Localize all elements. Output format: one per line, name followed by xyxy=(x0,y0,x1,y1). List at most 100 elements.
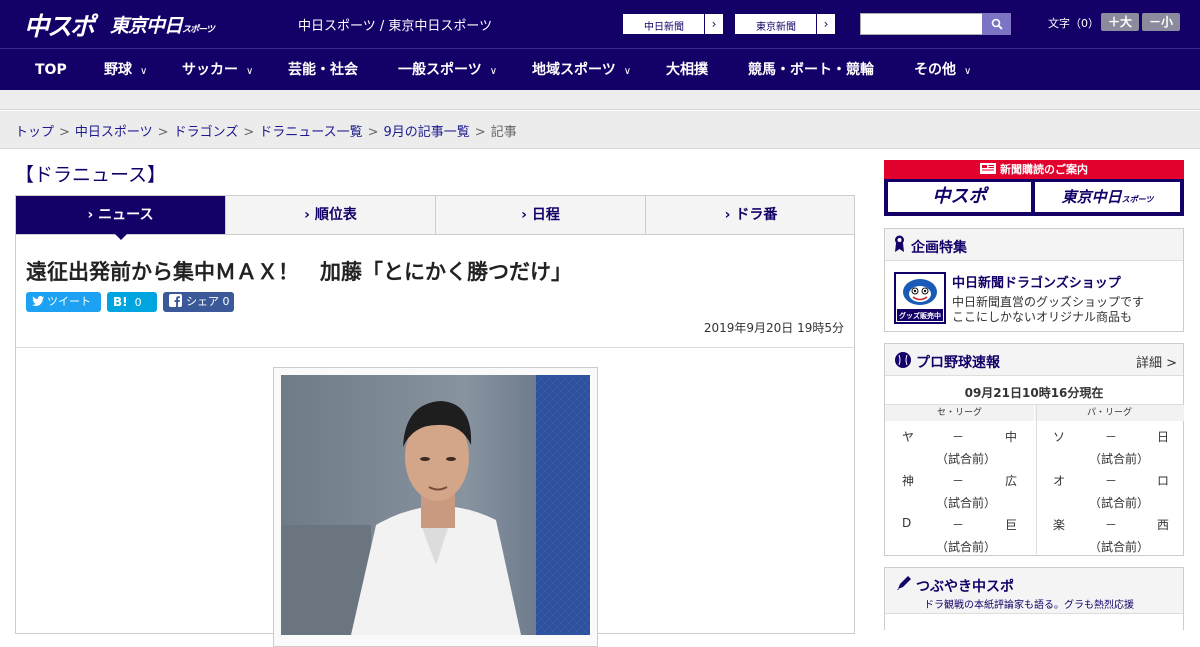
league-divider xyxy=(1036,404,1037,554)
tokyo-chunichi-logo-text: 東京中日 xyxy=(110,15,183,37)
breadcrumb-separator: > xyxy=(157,125,169,140)
game-status[interactable]: （試合前） xyxy=(936,494,996,511)
subscription-tokyo-logo-text: 東京中日 xyxy=(1061,188,1122,206)
nav-item-soccer[interactable]: サッカー ∨ xyxy=(182,49,253,91)
tab-news[interactable]: › ニュース xyxy=(16,196,226,234)
nav-item-label: その他 xyxy=(914,62,956,78)
game-score: － xyxy=(1105,474,1118,488)
chevron-right-icon: › xyxy=(816,14,835,34)
breadcrumb: トップ > 中日スポーツ > ドラゴンズ > ドラニュース一覧 >9月の記事一覧 > 記事 xyxy=(15,121,517,140)
game-status[interactable]: （試合前） xyxy=(1089,450,1149,467)
hatena-count: 0 xyxy=(134,296,142,309)
game-away-team: 中 xyxy=(1005,430,1018,444)
subscription-banner[interactable]: 新聞購読のご案内 中スポ 東京中日スポーツ xyxy=(884,160,1184,216)
pro-baseball-scores-box: プロ野球速報 詳細 > 09月21日10時16分現在 セ・リーグ パ・リーグ ヤ… xyxy=(884,343,1184,556)
player-photo-illustration xyxy=(281,375,590,635)
search-button[interactable] xyxy=(982,13,1011,35)
breadcrumb-link-dragons[interactable]: ドラゴンズ xyxy=(174,125,239,140)
subscription-tokyo-logo-small: スポーツ xyxy=(1121,195,1154,204)
game-home-team: 神 xyxy=(902,474,915,488)
chevron-down-icon: ∨ xyxy=(489,66,498,77)
game-away-team: 広 xyxy=(1005,474,1018,488)
subscription-banner-title: 新聞購読のご案内 xyxy=(1000,163,1088,176)
font-smaller-button[interactable]: －小 xyxy=(1142,13,1180,31)
nav-item-entertainment[interactable]: 芸能・社会 xyxy=(288,49,358,91)
chuspo-logo[interactable]: 中スポ xyxy=(24,7,95,43)
game-score: － xyxy=(952,474,965,488)
hatena-bookmark-button[interactable]: B! 0 xyxy=(107,292,157,312)
newspaper-icon xyxy=(980,163,996,174)
game-away-team: 西 xyxy=(1157,518,1170,532)
game-status[interactable]: （試合前） xyxy=(1089,538,1149,555)
breadcrumb-current: 記事 xyxy=(490,125,517,140)
scores-title: プロ野球速報 xyxy=(916,355,1000,371)
chevron-right-icon: › xyxy=(704,14,723,34)
nav-item-sumo[interactable]: 大相撲 xyxy=(666,49,708,91)
nav-item-keiba[interactable]: 競馬・ボート・競輪 xyxy=(748,49,874,91)
nav-item-regional-sports[interactable]: 地域スポーツ ∨ xyxy=(532,49,631,91)
tweets-title: つぶやき中スポ xyxy=(916,579,1014,595)
breadcrumb-link-chunichi-sports[interactable]: 中日スポーツ xyxy=(75,125,153,140)
tweets-box: つぶやき中スポ ドラ観戦の本紙評論家も語る。グラも熱烈応援 xyxy=(884,567,1184,630)
tab-label: ドラ番 xyxy=(735,207,778,223)
game-status[interactable]: （試合前） xyxy=(936,450,996,467)
nav-item-baseball[interactable]: 野球 ∨ xyxy=(104,49,147,91)
nav-item-other[interactable]: その他 ∨ xyxy=(914,49,971,91)
breadcrumb-link-dora-news-list[interactable]: ドラニュース一覧 xyxy=(259,125,362,140)
breadcrumb-bar: トップ > 中日スポーツ > ドラゴンズ > ドラニュース一覧 >9月の記事一覧 > 記事 xyxy=(0,111,1200,149)
tab-chevron-icon: › xyxy=(521,207,527,223)
facebook-share-count: 0 xyxy=(222,295,230,308)
chevron-down-icon: ∨ xyxy=(964,66,972,77)
facebook-share-button[interactable]: シェア 0 xyxy=(163,292,234,312)
font-larger-button[interactable]: ＋大 xyxy=(1101,13,1139,31)
tokyo-chunichi-logo-small: スポーツ xyxy=(182,25,215,35)
facebook-icon xyxy=(169,294,182,307)
article-headline: 遠征出発前から集中ＭＡＸ！ 加藤「とにかく勝つだけ」 xyxy=(26,260,572,284)
tokyo-chunichi-logo[interactable]: 東京中日スポーツ xyxy=(110,11,215,38)
chevron-down-icon: ∨ xyxy=(246,66,254,77)
tab-schedule[interactable]: › 日程 xyxy=(436,196,646,234)
tokyo-shimbun-link[interactable]: 東京新聞 › xyxy=(734,13,836,35)
shop-thumb-label: グッズ販売中 xyxy=(899,312,941,320)
site-title: 中日スポーツ / 東京中日スポーツ xyxy=(298,19,493,34)
font-size-label: 文字（0） xyxy=(1048,17,1099,30)
nav-item-label: サッカー xyxy=(182,62,238,78)
dragons-shop-thumbnail[interactable]: グッズ販売中 xyxy=(894,272,946,324)
nav-item-label: 競馬・ボート・競輪 xyxy=(748,62,874,78)
top-bar: 中スポ 東京中日スポーツ 中日スポーツ / 東京中日スポーツ 中日新聞 › 東京… xyxy=(0,0,1200,48)
central-league-label: セ・リーグ xyxy=(885,405,1034,421)
nav-item-general-sports[interactable]: 一般スポーツ ∨ xyxy=(398,49,497,91)
pacific-league-label: パ・リーグ xyxy=(1035,405,1184,421)
game-status[interactable]: （試合前） xyxy=(936,538,996,555)
tab-label: ニュース xyxy=(98,207,154,223)
scores-as-of: 09月21日10時16分現在 xyxy=(964,386,1104,400)
game-home-team: 楽 xyxy=(1053,518,1066,532)
tab-chevron-icon: › xyxy=(87,207,94,223)
nav-item-label: 一般スポーツ xyxy=(398,62,482,78)
nav-item-label: TOP xyxy=(35,62,67,78)
search-input[interactable] xyxy=(860,13,983,35)
twitter-bird-icon xyxy=(32,296,44,306)
game-home-team: オ xyxy=(1053,474,1066,488)
tab-standings[interactable]: › 順位表 xyxy=(226,196,436,234)
article-date: 2019年9月20日 19時5分 xyxy=(703,321,844,335)
nav-item-label: 野球 xyxy=(104,62,132,78)
tokyo-shimbun-label: 東京新聞 xyxy=(756,22,796,33)
tweet-button[interactable]: ツイート xyxy=(26,292,101,312)
pen-icon xyxy=(897,576,911,590)
subscription-chuspo-logo: 中スポ xyxy=(888,182,1031,212)
tab-dora-ban[interactable]: › ドラ番 xyxy=(646,196,856,234)
article-photo[interactable] xyxy=(281,375,590,635)
scores-details-link[interactable]: 詳細 > xyxy=(1136,352,1177,371)
tweets-header: つぶやき中スポ ドラ観戦の本紙評論家も語る。グラも熱烈応援 xyxy=(885,568,1183,614)
dragons-shop-link[interactable]: 中日新聞ドラゴンズショップ xyxy=(952,272,1121,291)
breadcrumb-link-september-list[interactable]: 9月の記事一覧 xyxy=(384,125,470,140)
nav-item-top[interactable]: TOP xyxy=(35,49,67,91)
chunichi-shimbun-label: 中日新聞 xyxy=(644,22,684,33)
tweets-subtitle: ドラ観戦の本紙評論家も語る。グラも熱烈応援 xyxy=(924,600,1134,611)
breadcrumb-link-top[interactable]: トップ xyxy=(15,125,54,140)
game-status[interactable]: （試合前） xyxy=(1089,494,1149,511)
game-score: － xyxy=(1105,430,1118,444)
game-home-team: ヤ xyxy=(902,430,915,444)
chunichi-shimbun-link[interactable]: 中日新聞 › xyxy=(622,13,724,35)
